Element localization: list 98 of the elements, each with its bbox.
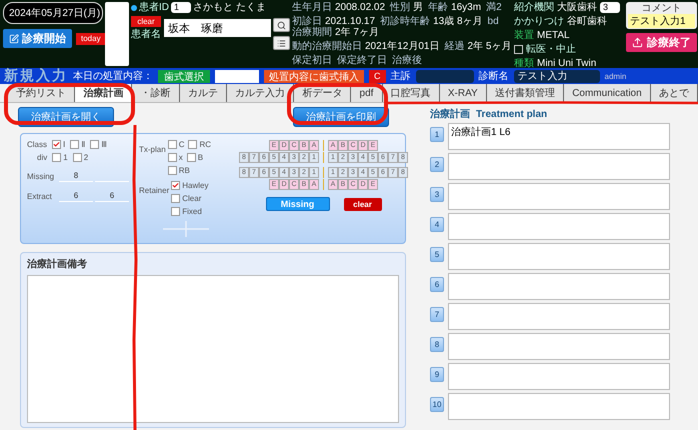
missing-label: Missing <box>27 172 56 181</box>
plan-subtitle: Treatment plan <box>476 108 548 120</box>
end-button[interactable]: 診療終了 <box>626 33 697 52</box>
today-treatment-label: 本日の処置内容： <box>73 70 153 82</box>
toolbar-title: 新規入力 <box>4 67 68 85</box>
referral-value: 大阪歯科 <box>557 2 597 13</box>
info-label: 年齢 <box>428 2 448 13</box>
tab[interactable]: 口腔写真 <box>382 84 440 102</box>
clear-button[interactable]: clear <box>131 16 161 27</box>
diagnosis-field[interactable]: テスト入力 <box>514 70 600 82</box>
checkbox-label: Ⅰ <box>63 140 66 149</box>
info-label: 治療後 <box>392 55 422 66</box>
info-value: 2年 5ヶ月 <box>468 41 512 52</box>
complaint-label: 主訴 <box>390 70 410 82</box>
missing-button[interactable]: Missing <box>266 197 330 211</box>
info-label: 初診時年齢 <box>380 16 430 27</box>
insert-button[interactable]: 処置内容に歯式挿入 <box>264 70 364 82</box>
info-label: 満2 <box>486 2 502 13</box>
info-label: 治療期間 <box>292 27 332 38</box>
number-field[interactable]: 6 <box>95 191 129 202</box>
tab[interactable]: ・診断 <box>132 84 180 102</box>
checkbox-label: x <box>178 153 183 162</box>
notes-title: 治療計画備考 <box>27 258 88 271</box>
checkbox-label: Clear <box>182 194 202 203</box>
info-value: 2008.02.02 <box>335 2 386 13</box>
checkbox-label: 1 <box>63 153 68 162</box>
tab[interactable]: 送付書類管理 <box>486 84 564 102</box>
info-value: 2年 7ヶ月 <box>335 27 379 38</box>
patient-name-field[interactable]: 坂本 琢磨 <box>164 19 271 37</box>
plan-number-button[interactable]: 1 <box>430 127 444 142</box>
tooth-select-button[interactable]: 歯式選択 <box>158 70 210 82</box>
tab[interactable]: カルテ入力 <box>226 84 294 102</box>
plan-number-button[interactable]: 9 <box>430 367 444 382</box>
checkbox-label: C <box>178 140 184 149</box>
info-label: 生年月日 <box>292 2 332 13</box>
appliance-label: 装置 <box>514 30 534 41</box>
checkbox-label: Ⅱ <box>81 140 86 149</box>
checkbox-label: RC <box>199 140 212 149</box>
tab[interactable]: あとで <box>650 84 698 102</box>
c-button[interactable]: C <box>369 70 386 82</box>
info-value: 男 <box>413 2 424 13</box>
info-label: 保定終了日 <box>337 55 387 66</box>
checkbox-label: Hawley <box>182 181 208 190</box>
info-label: 性別 <box>390 2 410 13</box>
appliance-value: METAL <box>537 30 570 41</box>
tab[interactable]: Communication <box>564 84 651 102</box>
plan-field[interactable]: 治療計画1 L6 <box>448 123 670 150</box>
plan-number-button[interactable]: 7 <box>430 307 444 322</box>
plan-number-button[interactable]: 10 <box>430 397 444 412</box>
tx-plan-label: Tx-plan <box>139 145 166 154</box>
info-label: 初診日 <box>292 16 322 27</box>
comment-field[interactable]: テスト入力1 <box>628 14 695 28</box>
family-dentist-value: 谷町歯科 <box>567 16 607 27</box>
number-field[interactable]: 8 <box>59 171 93 182</box>
transfer-label: 転医・中止 <box>526 44 576 55</box>
tab[interactable]: カルテ <box>180 84 227 102</box>
family-dentist-label: かかりつけ <box>514 16 564 27</box>
referral-label: 紹介機関 <box>514 2 554 13</box>
info-label: 動的治療開始日 <box>292 41 362 52</box>
info-value: 16y3m <box>451 2 482 13</box>
info-value: 2021.10.17 <box>325 16 376 27</box>
plan-number-button[interactable]: 5 <box>430 247 444 262</box>
checkbox-label: RB <box>178 166 190 175</box>
info-value: 2021年12月01日 <box>365 41 440 52</box>
checkbox-label: B <box>198 153 204 162</box>
comment-label: コメント <box>642 3 682 14</box>
start-button[interactable]: 診療開始 <box>3 29 72 48</box>
extract-label: Extract <box>27 192 53 201</box>
plan-number-button[interactable]: 8 <box>430 337 444 352</box>
tab[interactable]: X-RAY <box>440 84 487 102</box>
diagnosis-label: 診断名 <box>478 70 508 82</box>
plan-number-button[interactable]: 6 <box>430 277 444 292</box>
info-label: 経過 <box>444 41 464 52</box>
checkbox-label: 2 <box>84 153 88 162</box>
info-label: 保定初日 <box>292 55 332 66</box>
plan-number-button[interactable]: 2 <box>430 157 444 172</box>
number-field[interactable]: 6 <box>59 191 93 202</box>
class-label: Class <box>27 140 48 149</box>
plan-number-button[interactable]: 4 <box>430 217 444 232</box>
today-button[interactable]: today <box>76 32 106 44</box>
checkbox-label: Fixed <box>182 207 202 216</box>
info-value: 13歳 8ヶ月 <box>433 16 483 27</box>
user-name: admin <box>604 70 626 82</box>
plan-number-button[interactable]: 3 <box>430 187 444 202</box>
date-display: 2024年05月27日(月) <box>3 2 103 24</box>
patient-kana: さかもと たくま <box>193 2 266 13</box>
retainer-label: Retainer <box>139 186 170 195</box>
patient-id-field[interactable]: 1 <box>171 2 191 13</box>
patient-name-label: 患者名 <box>131 29 161 40</box>
clear-teeth-button[interactable]: clear <box>344 198 382 210</box>
checkbox-label: Ⅲ <box>101 140 107 149</box>
patient-id-label: 患者ID <box>139 2 169 13</box>
plan-title: 治療計画 <box>430 108 470 121</box>
referral-count-field[interactable]: 3 <box>600 2 620 13</box>
type-label: 種類 <box>514 58 534 69</box>
info-label: bd <box>488 16 499 27</box>
div-label: div <box>37 153 48 162</box>
type-value: Mini Uni Twin <box>537 58 596 69</box>
